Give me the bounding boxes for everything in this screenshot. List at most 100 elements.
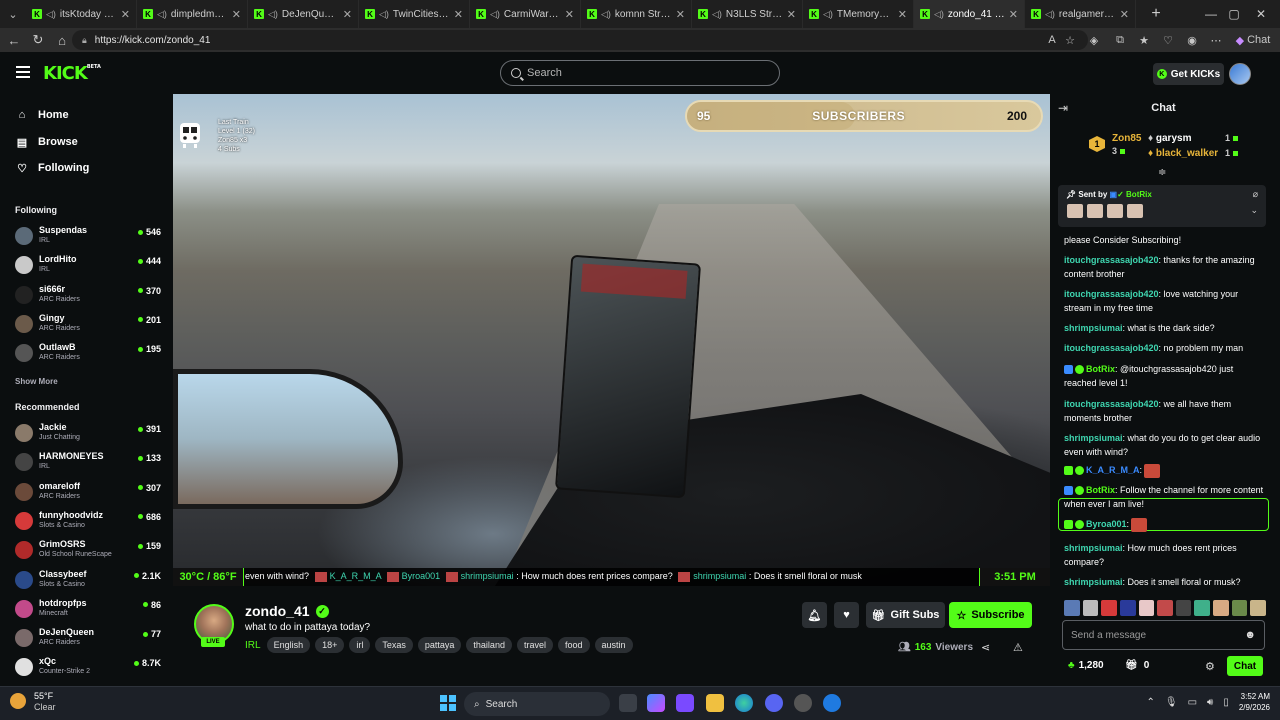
close-tab-icon[interactable]: ✕ [343, 8, 352, 21]
close-tab-icon[interactable]: ✕ [454, 8, 463, 21]
gift-count[interactable]: 🎁︎ 0 [1125, 660, 1149, 671]
back-arrow-icon[interactable]: ← [2, 28, 26, 52]
follow-heart-button[interactable]: ♥ [834, 602, 859, 628]
emote-button[interactable] [1082, 600, 1099, 616]
close-tab-icon[interactable]: ✕ [898, 8, 907, 21]
sidebar-channel[interactable]: xQc Counter-Strike 2 8.7K [15, 655, 163, 682]
display-icon[interactable]: ▭ [1188, 697, 1197, 708]
video-player[interactable]: Last Train Level 1 (32) Zon85 x3 4 Subs … [173, 94, 1050, 586]
close-tab-icon[interactable]: ✕ [1120, 8, 1129, 21]
get-kicks-button[interactable]: K Get KICKs [1153, 63, 1224, 85]
sidebar-item-following[interactable]: ♡ Following [16, 157, 89, 179]
sidebar-channel[interactable]: Classybeef Slots & Casino 2.1K [15, 568, 163, 595]
show-more-link[interactable]: Show More [15, 377, 58, 386]
close-tab-icon[interactable]: ✕ [787, 8, 796, 21]
refresh-icon[interactable]: ↻ [26, 28, 50, 52]
browser-tab[interactable]: K ◁)komnn Stream ✕ [581, 0, 692, 28]
site-info-icon[interactable]: 🔒︎ [82, 35, 87, 46]
browser-tab[interactable]: K ◁)N3LLS Stream - ✕ [692, 0, 803, 28]
chrome-app-icon[interactable] [794, 694, 812, 712]
emote-button[interactable] [1194, 600, 1211, 616]
sidebar-channel[interactable]: hotdropfps Minecraft 86 [15, 597, 163, 624]
stream-tag[interactable]: Texas [375, 637, 413, 653]
emote-button[interactable] [1119, 600, 1136, 616]
browser-tab[interactable]: K ◁)CarmiWarmy Stream ✕ [470, 0, 581, 28]
new-tab-button[interactable]: + [1142, 5, 1170, 23]
emote-button[interactable] [1175, 600, 1192, 616]
sidebar-channel[interactable]: funnyhoodvidz Slots & Casino 686 [15, 509, 163, 536]
leaderboard-entry[interactable]: ♦ black_walker [1148, 148, 1218, 159]
chat-username[interactable]: K_A_R_M_A [1086, 465, 1140, 475]
chat-username[interactable]: Byroa001 [1086, 519, 1127, 529]
chat-username[interactable]: itouchgrassasajob420 [1064, 343, 1159, 353]
sidebar-channel[interactable]: Suspendas IRL 546 [15, 224, 163, 251]
stream-category-link[interactable]: IRL [245, 640, 261, 651]
notification-bell-button[interactable]: 🔔︎ [802, 602, 827, 628]
speaker-icon[interactable]: ◁) [712, 9, 722, 20]
chat-username[interactable]: shrimpsiumai [1064, 433, 1123, 443]
tab-actions-chevron-icon[interactable]: ⌄ [0, 0, 26, 28]
browser-essentials-icon[interactable]: ♡ [1160, 32, 1176, 48]
emote-button[interactable] [1157, 600, 1173, 616]
speaker-icon[interactable]: ◁) [601, 9, 611, 20]
emote-button[interactable] [1213, 600, 1229, 616]
sidebar-channel[interactable]: Jackie Just Chatting 391 [15, 421, 163, 448]
browser-tab[interactable]: K ◁)dimpledmping Stream ✕ [137, 0, 248, 28]
close-tab-icon[interactable]: ✕ [121, 8, 130, 21]
profile-icon[interactable]: ◉ [1184, 32, 1200, 48]
chevron-down-icon[interactable]: ⌄ [1250, 205, 1258, 216]
streamer-name[interactable]: zondo_41 ✓ [245, 603, 329, 619]
sidebar-channel[interactable]: LordHito IRL 444 [15, 253, 163, 280]
chat-username[interactable]: shrimpsiumai [1064, 323, 1123, 333]
stream-tag[interactable]: food [557, 637, 590, 653]
home-icon[interactable]: ⌂ [50, 28, 74, 52]
share-icon[interactable]: ⋖ [981, 641, 990, 654]
windows-start-icon[interactable] [440, 695, 456, 711]
battery-icon[interactable]: ▯ [1223, 697, 1229, 708]
stream-tag[interactable]: irl [349, 637, 371, 653]
speaker-icon[interactable]: ◁) [823, 9, 833, 20]
stream-tag[interactable]: 18+ [315, 637, 345, 653]
emoji-picker-icon[interactable]: ☻ [1244, 629, 1256, 641]
channel-points[interactable]: ♣ 1,280 [1068, 660, 1104, 671]
search-bar[interactable] [500, 60, 780, 86]
browser-tab[interactable]: K ◁)realgamer1985 ✕ [1025, 0, 1136, 28]
emote-button[interactable] [1138, 600, 1155, 616]
leaderboard-expand-icon[interactable]: ≑ [1158, 167, 1166, 178]
stream-tag[interactable]: travel [516, 637, 553, 653]
more-menu-icon[interactable]: ⋯ [1208, 32, 1224, 48]
sidebar-channel[interactable]: DeJenQueen ARC Raiders 77 [15, 626, 163, 653]
user-avatar[interactable] [1229, 63, 1251, 85]
split-screen-icon[interactable]: ⧉ [1112, 32, 1128, 48]
close-tab-icon[interactable]: ✕ [232, 8, 241, 21]
teams-app-icon[interactable] [676, 694, 694, 712]
microphone-icon[interactable]: 🎙︎ [1165, 697, 1178, 708]
sidebar-channel[interactable]: omareloff ARC Raiders 307 [15, 480, 163, 507]
sidebar-channel[interactable]: GrimOSRS Old School RuneScape 159 [15, 538, 163, 565]
stream-tag[interactable]: English [266, 637, 311, 653]
gift-subs-button[interactable]: 🎁︎ Gift Subs [866, 602, 945, 628]
speaker-icon[interactable]: ◁) [46, 9, 56, 20]
leaderboard-top-name[interactable]: Zon85 [1112, 133, 1141, 144]
sidebar-channel[interactable]: si666r ARC Raiders 370 [15, 283, 163, 310]
sidebar-channel[interactable]: Gingy ARC Raiders 201 [15, 312, 163, 339]
favorite-star-icon[interactable]: ☆ [1062, 32, 1078, 48]
speaker-icon[interactable]: ◁) [268, 9, 278, 20]
speaker-icon[interactable]: ◁) [1045, 9, 1055, 20]
chat-username[interactable]: shrimpsiumai [1064, 577, 1123, 587]
chat-message-input[interactable] [1071, 629, 1245, 641]
stream-tag[interactable]: austin [594, 637, 633, 653]
extensions-icon[interactable]: ◈ [1086, 32, 1102, 48]
speaker-icon[interactable]: ◁) [934, 9, 944, 20]
speaker-icon[interactable]: ◁) [157, 9, 167, 20]
chat-username[interactable]: itouchgrassasajob420 [1064, 289, 1159, 299]
edge-browser-icon[interactable] [735, 694, 753, 712]
leaderboard-entry[interactable]: ♦ garysm [1148, 133, 1191, 144]
chat-username[interactable]: BotRix [1086, 485, 1115, 495]
favorites-icon[interactable]: ★ [1136, 32, 1152, 48]
unpin-icon[interactable]: ⌀ [1253, 189, 1258, 200]
browser-tab[interactable]: K ◁)TMemoryy Stream ✕ [803, 0, 914, 28]
report-warning-icon[interactable]: ⚠ [1013, 641, 1023, 654]
emote-button[interactable] [1250, 600, 1267, 616]
read-aloud-icon[interactable]: A [1044, 32, 1060, 48]
